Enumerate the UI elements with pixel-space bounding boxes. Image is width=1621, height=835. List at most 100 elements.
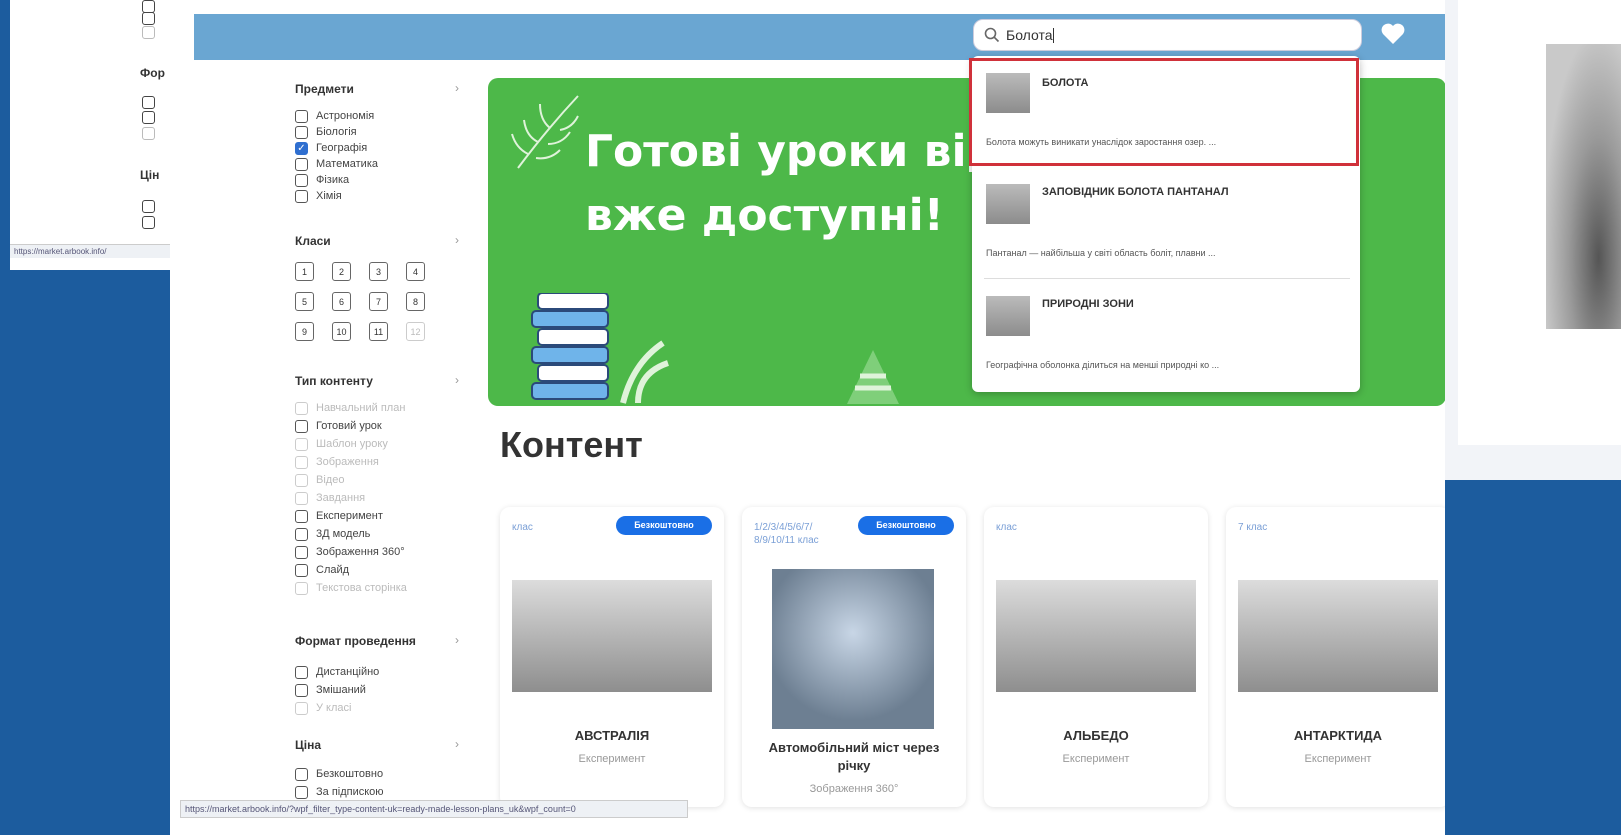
cone-decoration (847, 350, 899, 404)
content-card[interactable]: 1/2/3/4/5/6/7/ 8/9/10/11 клас Безкоштовн… (742, 507, 966, 807)
checkbox[interactable] (142, 200, 155, 213)
filter-option-type[interactable]: Зображення (295, 454, 379, 470)
checkbox[interactable] (142, 111, 155, 124)
filter-option-type[interactable]: Зображення 360° (295, 544, 405, 560)
grade-button[interactable]: 2 (332, 262, 351, 281)
card-type: Експеримент (578, 753, 646, 765)
filter-option-type[interactable]: Шаблон уроку (295, 436, 388, 452)
checkbox[interactable] (295, 437, 308, 451)
card-grade: клас (996, 522, 1017, 533)
filter-option-type[interactable]: Слайд (295, 562, 349, 578)
checkbox[interactable] (295, 545, 308, 559)
filter-option-subject[interactable]: Біологія (295, 124, 357, 140)
checkbox[interactable] (295, 665, 308, 679)
checkbox[interactable] (295, 189, 308, 203)
search-result-item[interactable]: ПРИРОДНІ ЗОНИ Географічна оболонка ділит… (972, 284, 1360, 392)
chevron-right-icon[interactable]: › (455, 737, 459, 751)
checkbox[interactable] (295, 509, 308, 523)
filter-option-type[interactable]: Навчальний план (295, 400, 405, 416)
checkbox[interactable] (295, 491, 308, 505)
filter-subjects-title: Предмети (295, 82, 354, 96)
checkbox[interactable] (295, 581, 308, 595)
filter-option-subject[interactable]: Фізика (295, 172, 349, 188)
grade-button[interactable]: 1 (295, 262, 314, 281)
checkbox[interactable] (295, 109, 308, 123)
card-image (772, 569, 934, 729)
leaf-icon (511, 95, 579, 169)
heart-icon[interactable] (1380, 22, 1406, 46)
checkbox[interactable] (295, 455, 308, 469)
grade-button[interactable]: 3 (369, 262, 388, 281)
card-type: Експеримент (1062, 753, 1130, 765)
banner-title: Готові уроки від вже доступні! (585, 126, 1003, 241)
grade-button[interactable]: 10 (332, 322, 351, 341)
filter-grades-title: Класи (295, 234, 331, 248)
card-title: АЛЬБЕДО (1063, 728, 1129, 743)
divider (984, 278, 1350, 279)
checkbox[interactable] (295, 125, 308, 139)
card-image (512, 580, 712, 692)
result-thumbnail (986, 73, 1030, 113)
content-heading: Контент (500, 424, 643, 465)
filter-option-type[interactable]: Завдання (295, 490, 365, 506)
checkbox[interactable] (142, 26, 155, 39)
window-panel (1458, 0, 1621, 445)
filter-option-subject[interactable]: Хімія (295, 188, 342, 204)
checkbox[interactable] (295, 785, 308, 799)
checkbox[interactable] (295, 563, 308, 577)
filter-option-type[interactable]: Експеримент (295, 508, 383, 524)
filter-option-format[interactable]: Змішаний (295, 682, 366, 698)
filter-option-type[interactable]: Готовий урок (295, 418, 382, 434)
content-card[interactable]: 7 клас АНТАРКТИДА Експеримент (1226, 507, 1445, 807)
grade-button[interactable]: 5 (295, 292, 314, 311)
checkbox[interactable] (295, 419, 308, 433)
content-card[interactable]: клас АЛЬБЕДО Експеримент (984, 507, 1208, 807)
checkbox[interactable] (142, 12, 155, 25)
checkbox[interactable] (142, 96, 155, 109)
content-card[interactable]: клас Безкоштовно АВСТРАЛІЯ Експеримент (500, 507, 724, 807)
result-thumbnail (986, 296, 1030, 336)
result-title: ПРИРОДНІ ЗОНИ (1042, 298, 1134, 310)
filter-option-subject[interactable]: Математика (295, 156, 378, 172)
filter-option-subject[interactable]: Астрономія (295, 108, 374, 124)
filter-option-format[interactable]: Дистанційно (295, 664, 379, 680)
search-icon (984, 27, 1000, 43)
checkbox[interactable] (142, 127, 155, 140)
search-input[interactable]: Болота (973, 19, 1362, 51)
chevron-right-icon[interactable]: › (455, 633, 459, 647)
grade-button[interactable]: 12 (406, 322, 425, 341)
checkbox[interactable] (295, 401, 308, 415)
result-thumbnail (986, 184, 1030, 224)
checkbox[interactable] (142, 216, 155, 229)
search-result-item[interactable]: ЗАПОВІДНИК БОЛОТА ПАНТАНАЛ Пантанал — на… (972, 172, 1360, 280)
checkbox[interactable] (295, 527, 308, 541)
checkbox-checked[interactable]: ✓ (295, 141, 308, 155)
chevron-right-icon[interactable]: › (455, 373, 459, 387)
grade-button[interactable]: 8 (406, 292, 425, 311)
checkbox[interactable] (295, 173, 308, 187)
checkbox[interactable] (295, 473, 308, 487)
chevron-right-icon[interactable]: › (455, 81, 459, 95)
result-title: ЗАПОВІДНИК БОЛОТА ПАНТАНАЛ (1042, 186, 1229, 198)
grade-button[interactable]: 4 (406, 262, 425, 281)
search-result-item[interactable]: БОЛОТА Болота можуть виникати унаслідок … (969, 58, 1359, 166)
filter-option-subject[interactable]: ✓ Географія (295, 140, 367, 156)
grade-button[interactable]: 6 (332, 292, 351, 311)
grade-button[interactable]: 11 (369, 322, 388, 341)
filter-option-format[interactable]: У класі (295, 700, 351, 716)
search-query: Болота (1006, 27, 1053, 43)
filter-option-price[interactable]: За підпискою (295, 784, 384, 800)
checkbox[interactable] (295, 767, 308, 781)
filter-option-type[interactable]: Текстова сторінка (295, 580, 407, 596)
filter-option-price[interactable]: Безкоштовно (295, 766, 383, 782)
filter-option-type[interactable]: Відео (295, 472, 344, 488)
grade-button[interactable]: 9 (295, 322, 314, 341)
filter-section-title: Фор (140, 66, 165, 80)
checkbox[interactable] (295, 701, 308, 715)
checkbox[interactable] (295, 157, 308, 171)
chevron-right-icon[interactable]: › (455, 233, 459, 247)
grade-button[interactable]: 7 (369, 292, 388, 311)
checkbox[interactable] (295, 683, 308, 697)
filter-content-type-title: Тип контенту (295, 374, 373, 388)
filter-option-type[interactable]: 3Д модель (295, 526, 370, 542)
